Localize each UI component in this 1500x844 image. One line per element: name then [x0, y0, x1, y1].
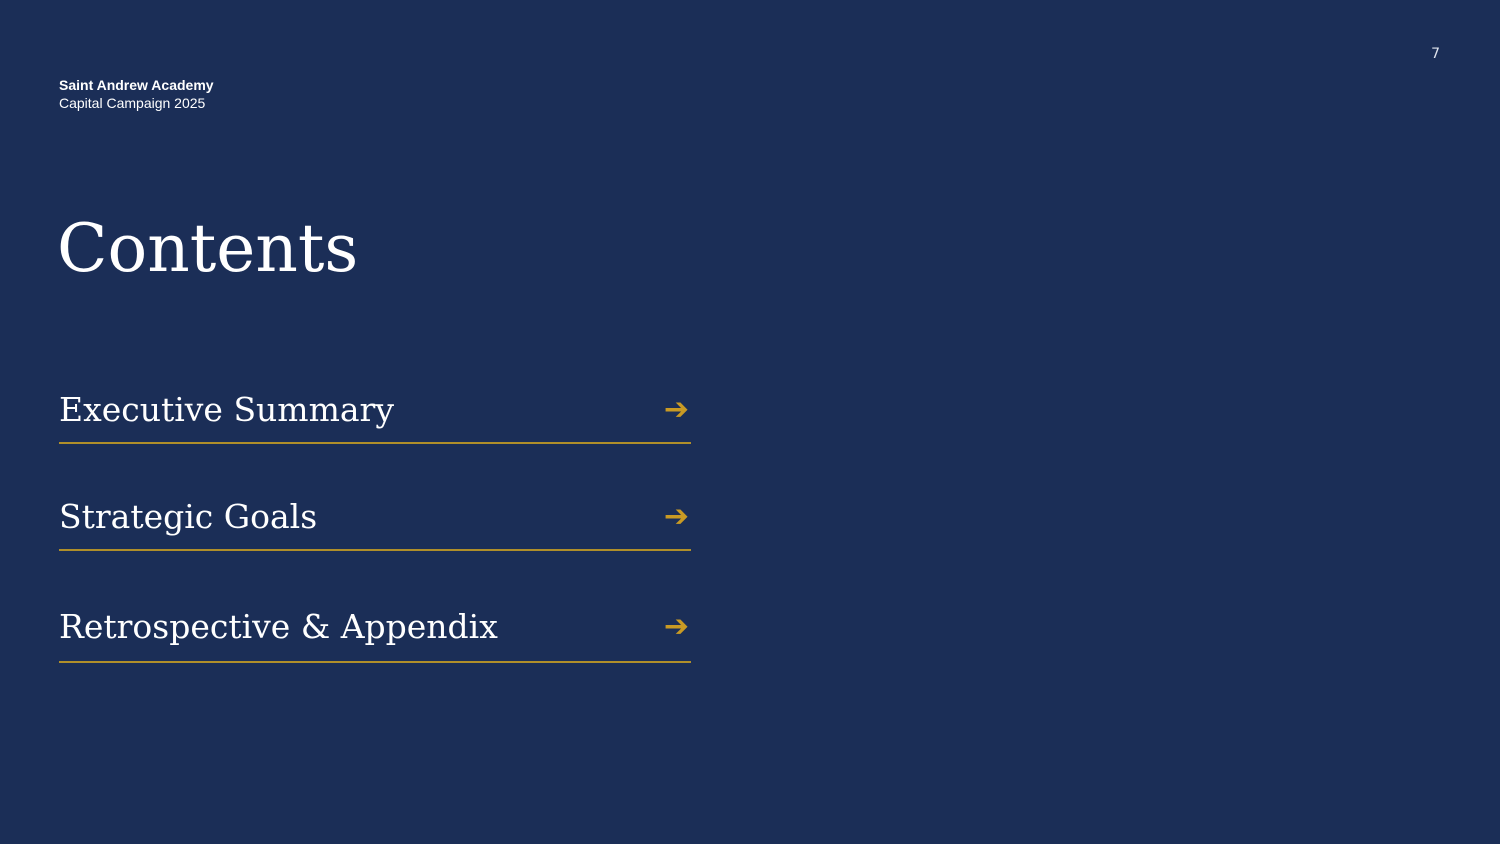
brand-subtitle: Capital Campaign 2025: [59, 95, 206, 111]
toc-item-label: Executive Summary: [59, 389, 394, 429]
toc-item-strategic-goals[interactable]: Strategic Goals ➔: [59, 484, 691, 551]
slide: 7 Saint Andrew Academy Capital Campaign …: [0, 0, 1500, 844]
brand-name: Saint Andrew Academy: [59, 77, 214, 93]
toc-item-executive-summary[interactable]: Executive Summary ➔: [59, 376, 691, 444]
arrow-right-icon: ➔: [663, 391, 689, 427]
arrow-right-icon: ➔: [663, 499, 689, 534]
page-number: 7: [1431, 46, 1440, 62]
toc-item-retrospective-appendix[interactable]: Retrospective & Appendix ➔: [59, 592, 691, 663]
toc-item-label: Retrospective & Appendix: [59, 607, 498, 646]
page-title: Contents: [57, 210, 359, 287]
brand-header: Saint Andrew Academy Capital Campaign 20…: [59, 76, 214, 112]
toc-item-label: Strategic Goals: [59, 497, 318, 536]
arrow-right-icon: ➔: [663, 609, 689, 644]
